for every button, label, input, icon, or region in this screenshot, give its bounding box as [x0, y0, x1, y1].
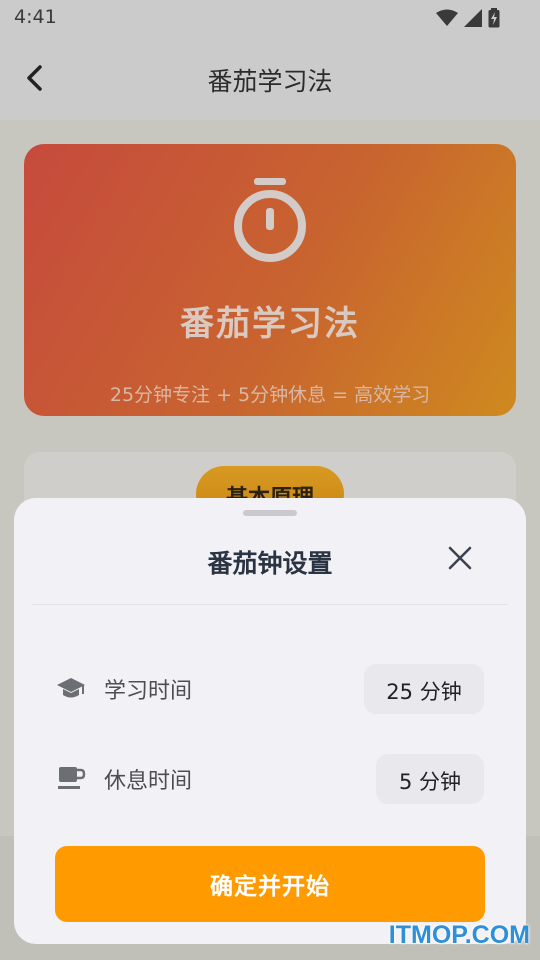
graduation-cap-icon [56, 674, 86, 702]
confirm-start-button[interactable]: 确定并开始 [55, 846, 485, 922]
break-time-row: 休息时间 5 分钟 [14, 750, 526, 806]
page-title: 番茄学习法 [207, 67, 333, 96]
stopwatch-icon [230, 174, 310, 264]
hero-title: 番茄学习法 [180, 304, 360, 344]
study-time-row: 学习时间 25 分钟 [14, 660, 526, 716]
coffee-cup-icon [56, 764, 86, 792]
hero-subtitle: 25分钟专注 + 5分钟休息 = 高效学习 [109, 384, 431, 406]
wifi-icon [436, 9, 458, 27]
sheet-drag-handle[interactable] [243, 510, 297, 516]
close-icon[interactable] [446, 544, 474, 572]
watermark: ITMOP.COM [388, 921, 530, 949]
settings-sheet: 番茄钟设置 学习时间 25 分钟 休息时间 5 分钟 确定并开始 [14, 498, 526, 944]
hero-card: 番茄学习法 25分钟专注 + 5分钟休息 = 高效学习 [24, 144, 516, 416]
break-time-value[interactable]: 5 分钟 [376, 754, 484, 804]
break-time-label: 休息时间 [104, 769, 193, 794]
study-time-label: 学习时间 [104, 679, 193, 704]
status-icons [436, 8, 500, 28]
sheet-divider [32, 604, 508, 605]
status-bar: 4:41 [0, 0, 540, 36]
study-time-value[interactable]: 25 分钟 [364, 664, 484, 714]
app-bar: 番茄学习法 [0, 36, 540, 120]
cellular-signal-icon [464, 9, 482, 27]
battery-charging-icon [488, 8, 500, 28]
status-time: 4:41 [14, 6, 57, 28]
